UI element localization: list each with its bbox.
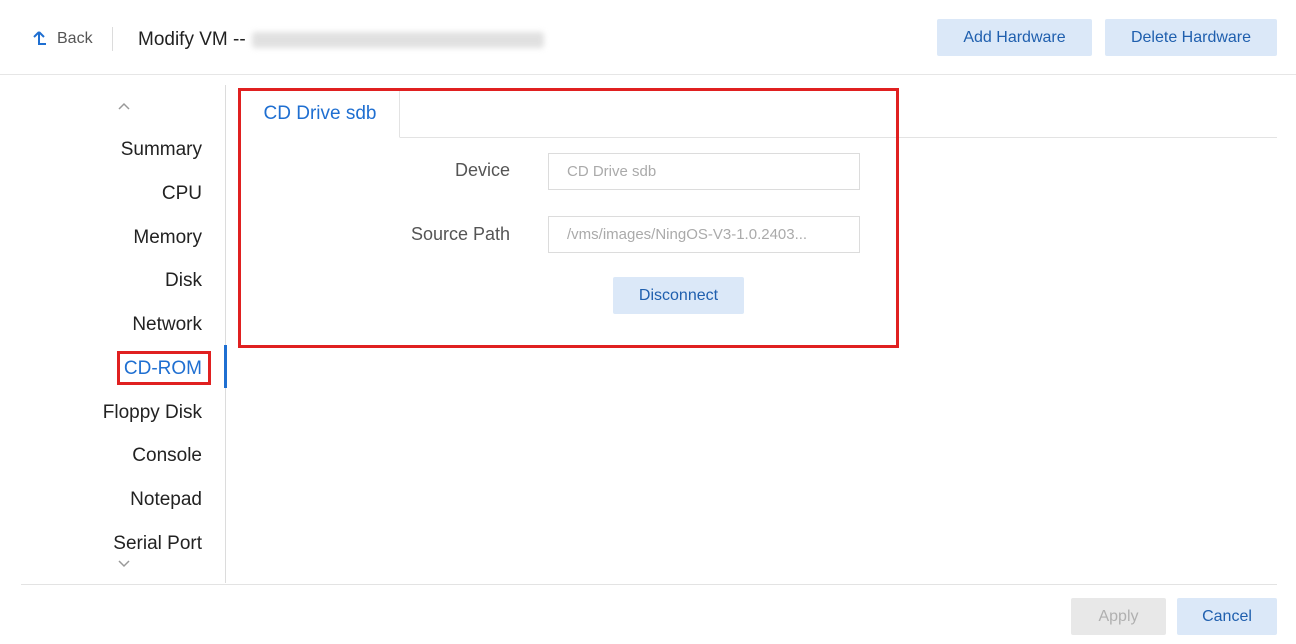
sidebar-item-summary[interactable]: Summary (121, 139, 202, 161)
header-divider (112, 27, 113, 51)
sidebar-item-network[interactable]: Network (132, 314, 202, 336)
add-hardware-button[interactable]: Add Hardware (937, 19, 1092, 56)
footer-divider (21, 584, 1277, 585)
sidebar-item-cpu[interactable]: CPU (162, 183, 202, 205)
sidebar-item-floppy-disk[interactable]: Floppy Disk (103, 402, 202, 424)
scroll-up-chevron-icon[interactable] (116, 100, 132, 112)
back-label: Back (57, 30, 93, 47)
sidebar-item-memory[interactable]: Memory (133, 227, 202, 249)
page-title: Modify VM -- (138, 29, 544, 51)
sidebar-item-serial-port[interactable]: Serial Port (113, 533, 202, 550)
hardware-nav-list: Summary CPU Memory Disk Network CD-ROM F… (60, 126, 206, 550)
vm-name-redacted (251, 31, 544, 48)
active-item-highlight (117, 351, 211, 385)
sidebar-divider (225, 85, 226, 583)
sidebar-item-console[interactable]: Console (132, 445, 202, 467)
page-title-text: Modify VM -- (138, 29, 246, 50)
sidebar-item-notepad[interactable]: Notepad (130, 489, 202, 511)
cancel-button[interactable]: Cancel (1177, 598, 1277, 635)
sidebar-active-indicator (224, 345, 227, 388)
apply-button[interactable]: Apply (1071, 598, 1166, 635)
header-bar: Back Modify VM -- Add Hardware Delete Ha… (0, 0, 1296, 75)
scroll-down-chevron-icon[interactable] (116, 558, 132, 570)
back-button[interactable]: Back (31, 28, 93, 50)
back-arrow-icon (33, 31, 46, 45)
panel-highlight (238, 88, 899, 348)
delete-hardware-button[interactable]: Delete Hardware (1105, 19, 1277, 56)
sidebar-item-disk[interactable]: Disk (165, 270, 202, 292)
